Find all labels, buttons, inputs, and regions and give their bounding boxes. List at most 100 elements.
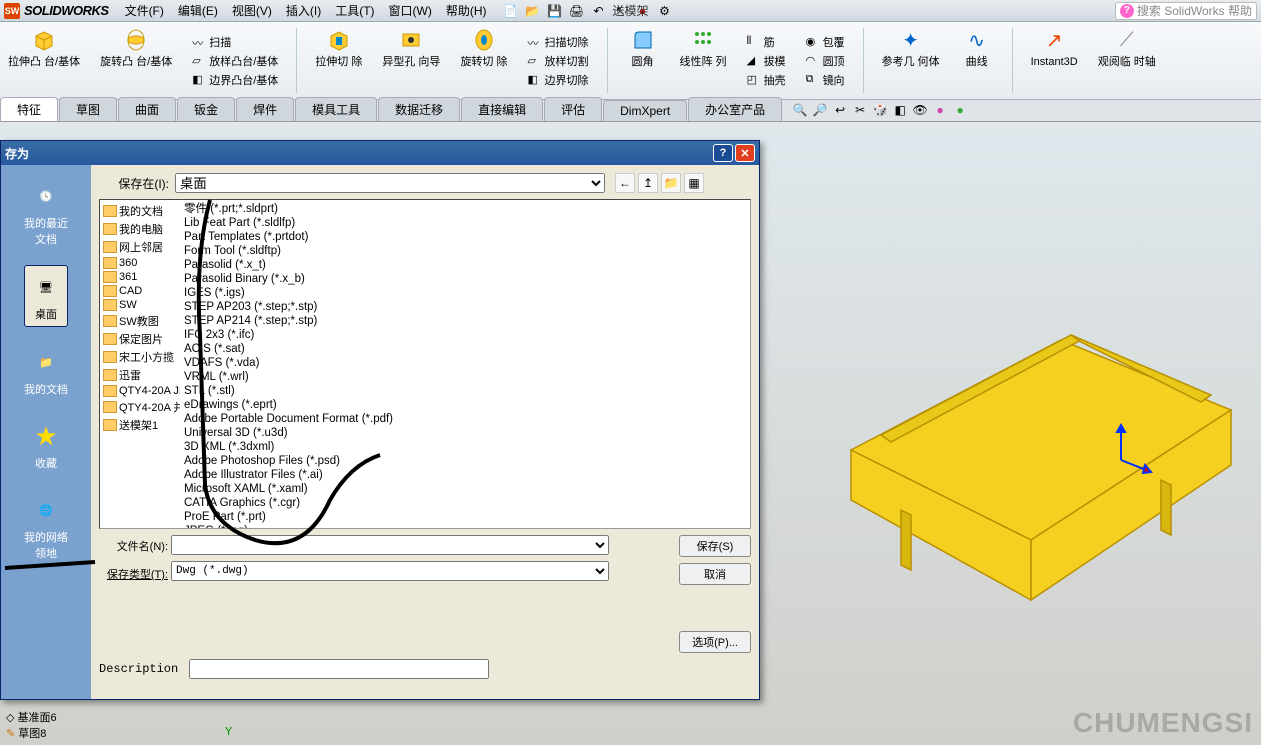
ref-geom-button[interactable]: ✦ 参考几 何体 — [878, 24, 944, 97]
menu-file[interactable]: 文件(F) — [119, 0, 170, 21]
folder-item[interactable]: 保定图片 — [102, 330, 178, 348]
sweep-button[interactable]: 〰扫描 — [188, 33, 282, 51]
options-icon[interactable]: ⚙ — [655, 2, 675, 20]
format-row[interactable]: Adobe Illustrator Files (*.ai) — [180, 468, 750, 482]
format-row[interactable]: ProE Part (*.prt) — [180, 510, 750, 524]
filetype-dropdown[interactable]: Dwg (*.dwg) — [171, 561, 609, 581]
format-row[interactable]: STEP AP214 (*.step;*.stp) — [180, 314, 750, 328]
folder-item[interactable]: CAD — [102, 284, 178, 298]
section-view-icon[interactable]: ✂ — [851, 101, 869, 119]
menu-tools[interactable]: 工具(T) — [329, 0, 380, 21]
format-row[interactable]: Microsoft XAML (*.xaml) — [180, 482, 750, 496]
format-row[interactable]: VRML (*.wrl) — [180, 370, 750, 384]
appearance-icon[interactable]: ● — [951, 101, 969, 119]
folder-item[interactable]: 宋工小方揽 — [102, 348, 178, 366]
curves-button[interactable]: ∿ 曲线 — [956, 24, 998, 97]
places-desktop[interactable]: 🖥桌面 — [24, 265, 68, 327]
temp-axis-button[interactable]: ⟋ 观阅临 时轴 — [1094, 24, 1160, 97]
tab-sheetmetal[interactable]: 钣金 — [177, 97, 235, 121]
menu-window[interactable]: 窗口(W) — [383, 0, 438, 21]
options-button[interactable]: 选项(P)... — [679, 631, 751, 653]
cut-loft-button[interactable]: ▱放样切割 — [524, 52, 593, 70]
loft-button[interactable]: ▱放样凸台/基体 — [188, 52, 282, 70]
format-row[interactable]: IFC 2x3 (*.ifc) — [180, 328, 750, 342]
format-row[interactable]: CATIA Graphics (*.cgr) — [180, 496, 750, 510]
format-row[interactable]: IGES (*.igs) — [180, 286, 750, 300]
tab-dimxpert[interactable]: DimXpert — [603, 100, 687, 121]
new-icon[interactable]: 📄 — [501, 2, 521, 20]
format-row[interactable]: Adobe Portable Document Format (*.pdf) — [180, 412, 750, 426]
format-row[interactable]: ACIS (*.sat) — [180, 342, 750, 356]
folder-item[interactable]: 361 — [102, 270, 178, 284]
shell-button[interactable]: ◰抽壳 — [743, 71, 790, 89]
dome-button[interactable]: ◠圆顶 — [802, 52, 849, 70]
format-row[interactable]: Parasolid Binary (*.x_b) — [180, 272, 750, 286]
format-row[interactable]: eDrawings (*.eprt) — [180, 398, 750, 412]
instant3d-button[interactable]: ↗ Instant3D — [1027, 24, 1082, 97]
cut-boundary-button[interactable]: ◧边界切除 — [524, 71, 593, 89]
format-row[interactable]: JPEG (*.jpg) — [180, 524, 750, 528]
format-row[interactable]: STEP AP203 (*.step;*.stp) — [180, 300, 750, 314]
print-icon[interactable]: 🖨 — [567, 2, 587, 20]
hole-wizard-button[interactable]: 异型孔 向导 — [378, 24, 444, 97]
save-icon[interactable]: 💾 — [545, 2, 565, 20]
menu-help[interactable]: 帮助(H) — [440, 0, 493, 21]
save-button[interactable]: 保存(S) — [679, 535, 751, 557]
folder-item[interactable]: 360 — [102, 256, 178, 270]
extrude-boss-button[interactable]: 拉伸凸 台/基体 — [4, 24, 84, 97]
folder-item[interactable]: SW — [102, 298, 178, 312]
undo-icon[interactable]: ↶ — [589, 2, 609, 20]
cut-extrude-button[interactable]: 拉伸切 除 — [311, 24, 366, 97]
boundary-button[interactable]: ◧边界凸台/基体 — [188, 71, 282, 89]
format-row[interactable]: Parasolid (*.x_t) — [180, 258, 750, 272]
folder-item[interactable]: QTY4-20A 并 — [102, 398, 178, 416]
folder-item[interactable]: QTY4-20A JI — [102, 384, 178, 398]
tab-directedit[interactable]: 直接编辑 — [461, 97, 543, 121]
new-folder-icon[interactable]: 📁 — [661, 173, 681, 193]
file-type-list[interactable]: 零件 (*.prt;*.sldprt)Lib Feat Part (*.sldl… — [180, 200, 750, 528]
dialog-close-button[interactable]: ✕ — [735, 144, 755, 162]
tab-surface[interactable]: 曲面 — [118, 97, 176, 121]
cancel-button[interactable]: 取消 — [679, 563, 751, 585]
draft-button[interactable]: ◢拔模 — [743, 52, 790, 70]
zoom-area-icon[interactable]: 🔎 — [811, 101, 829, 119]
wrap-button[interactable]: ◉包覆 — [802, 33, 849, 51]
filename-field[interactable] — [171, 535, 609, 555]
pattern-button[interactable]: 线性阵 列 — [676, 24, 731, 97]
format-row[interactable]: 3D XML (*.3dxml) — [180, 440, 750, 454]
tree-sketch[interactable]: ✎草图8 — [6, 725, 57, 741]
folder-list[interactable]: 我的文档我的电脑网上邻居360361CADSWSW教图保定图片宋工小方揽迅雷QT… — [100, 200, 180, 528]
tab-datamig[interactable]: 数据迁移 — [378, 97, 460, 121]
tree-plane[interactable]: ◇基准面6 — [6, 709, 57, 725]
description-field[interactable] — [189, 659, 489, 679]
view-menu-icon[interactable]: ▦ — [684, 173, 704, 193]
format-row[interactable]: Universal 3D (*.u3d) — [180, 426, 750, 440]
format-row[interactable]: Part Templates (*.prtdot) — [180, 230, 750, 244]
tab-sketch[interactable]: 草图 — [59, 97, 117, 121]
save-in-dropdown[interactable]: 桌面 — [175, 173, 605, 193]
folder-item[interactable]: 我的电脑 — [102, 220, 178, 238]
folder-item[interactable]: SW教图 — [102, 312, 178, 330]
rib-button[interactable]: ⫴筋 — [743, 33, 790, 51]
zoom-fit-icon[interactable]: 🔍 — [791, 101, 809, 119]
format-row[interactable]: VDAFS (*.vda) — [180, 356, 750, 370]
places-favorites[interactable]: ★收藏 — [25, 415, 67, 475]
tab-evaluate[interactable]: 评估 — [544, 97, 602, 121]
format-row[interactable]: Lib Feat Part (*.sldlfp) — [180, 216, 750, 230]
nav-up-icon[interactable]: ↥ — [638, 173, 658, 193]
format-row[interactable]: Adobe Photoshop Files (*.psd) — [180, 454, 750, 468]
tab-moldtools[interactable]: 模具工具 — [295, 97, 377, 121]
prev-view-icon[interactable]: ↩ — [831, 101, 849, 119]
open-icon[interactable]: 📂 — [523, 2, 543, 20]
menu-insert[interactable]: 插入(I) — [280, 0, 327, 21]
revolve-boss-button[interactable]: 旋转凸 台/基体 — [96, 24, 176, 97]
places-recent[interactable]: 🕓我的最近 文档 — [20, 175, 72, 251]
places-network[interactable]: 🌐我的网络 领地 — [20, 489, 72, 565]
scene-icon[interactable]: ● — [931, 101, 949, 119]
view-orient-icon[interactable]: 🎲 — [871, 101, 889, 119]
tab-weldments[interactable]: 焊件 — [236, 97, 294, 121]
folder-item[interactable]: 送模架1 — [102, 416, 178, 434]
fillet-button[interactable]: 圆角 — [622, 24, 664, 97]
menu-view[interactable]: 视图(V) — [226, 0, 278, 21]
nav-back-icon[interactable]: ← — [615, 173, 635, 193]
